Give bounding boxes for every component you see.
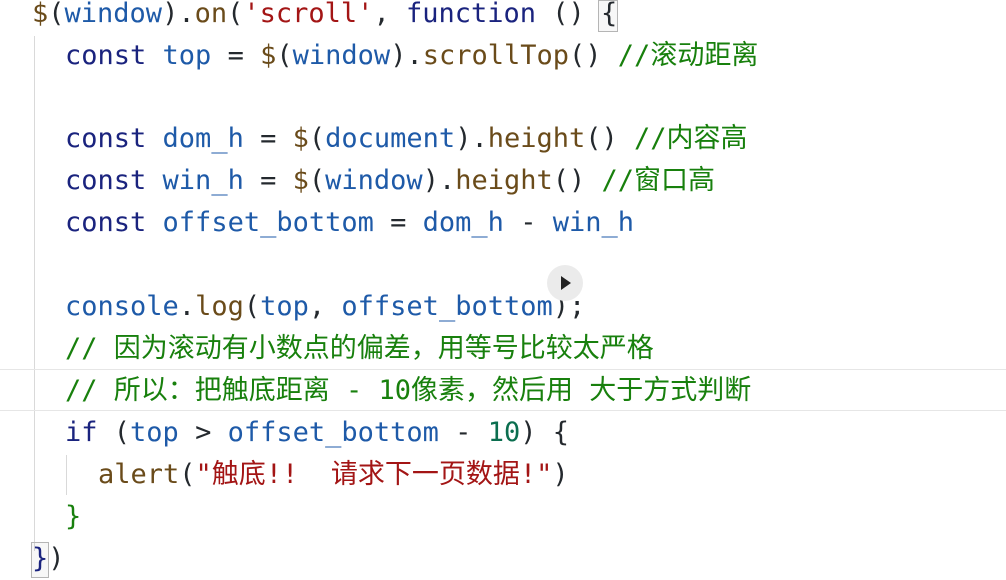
play-icon [561, 276, 571, 290]
code-line-8: // 所以：把触底距离 - 10像素，然后用 大于方式判断 [65, 375, 752, 406]
code-editor[interactable]: $(window).on('scroll', function () { con… [0, 0, 1006, 578]
indent-guide [34, 36, 35, 551]
code-line-4: const win_h = $(window).height() //窗口高 [65, 165, 716, 196]
play-button[interactable] [547, 265, 583, 301]
code-line-9: if (top > offset_bottom - 10) { [65, 417, 569, 448]
code-line-5: const offset_bottom = dom_h - win_h [65, 207, 634, 238]
code-line-12: }) [32, 543, 65, 574]
code-line-7: // 因为滚动有小数点的偏差，用等号比较太严格 [65, 333, 654, 364]
code-line-10: alert("触底!! 请求下一页数据!") [98, 459, 569, 490]
code-line-1: $(window).on('scroll', function () { [32, 0, 618, 29]
code-line-2: const top = $(window).scrollTop() //滚动距离 [65, 40, 759, 71]
code-line-11: } [65, 501, 82, 532]
code-line-3: const dom_h = $(document).height() //内容高 [65, 123, 748, 154]
indent-guide-inner [66, 455, 67, 495]
code-line-6: console.log(top, offset_bottom); [65, 291, 586, 322]
